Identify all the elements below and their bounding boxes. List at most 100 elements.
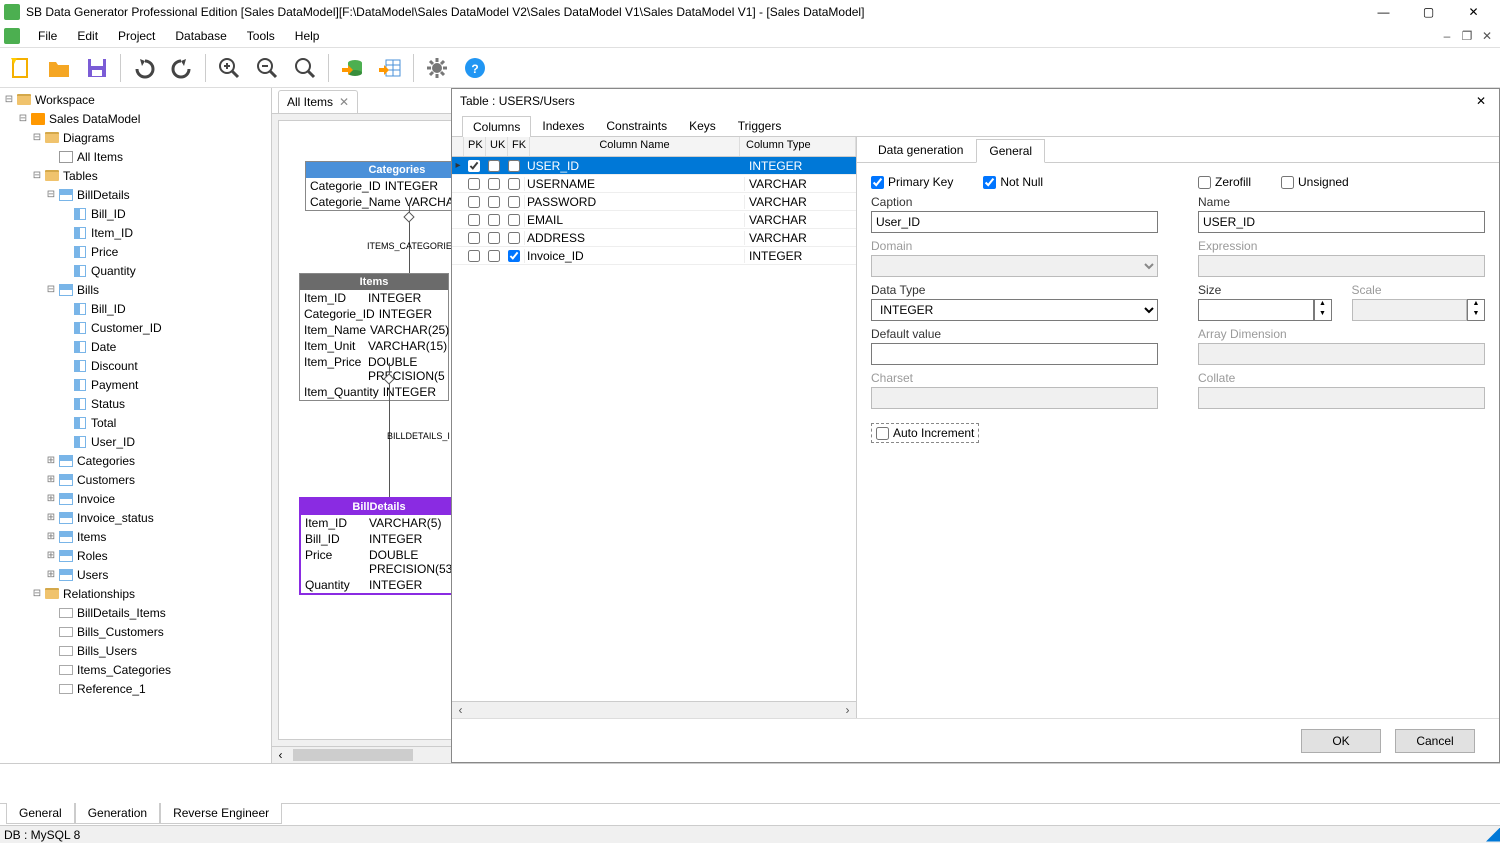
- dialog-tab-indexes[interactable]: Indexes: [531, 115, 595, 136]
- pk-checkbox[interactable]: [468, 178, 480, 190]
- menu-database[interactable]: Database: [165, 26, 236, 46]
- ok-button[interactable]: OK: [1301, 729, 1381, 753]
- new-button[interactable]: [4, 51, 38, 85]
- tree-relationships[interactable]: ⊟Relationships: [2, 584, 269, 603]
- prop-tab-data-generation[interactable]: Data generation: [865, 138, 976, 162]
- mdi-close-button[interactable]: ✕: [1478, 28, 1496, 44]
- tree-column[interactable]: Price: [2, 242, 269, 261]
- erd-table-items[interactable]: Items Item_IDINTEGER Categorie_IDINTEGER…: [299, 273, 449, 401]
- fk-checkbox[interactable]: [508, 196, 520, 208]
- column-name-cell[interactable]: USER_ID: [524, 159, 744, 173]
- document-tab-all-items[interactable]: All Items ✕: [278, 90, 358, 113]
- grid-hscrollbar[interactable]: ‹›: [452, 701, 856, 718]
- tree-project[interactable]: ⊟Sales DataModel: [2, 109, 269, 128]
- default-value-input[interactable]: [871, 343, 1158, 365]
- tree-relationship[interactable]: BillDetails_Items: [2, 603, 269, 622]
- unsigned-checkbox[interactable]: Unsigned: [1281, 175, 1349, 189]
- bottom-tab-reverse-engineer[interactable]: Reverse Engineer: [160, 803, 282, 824]
- column-type-cell[interactable]: INTEGER: [744, 249, 856, 263]
- grid-row[interactable]: USERNAME VARCHAR: [452, 175, 856, 193]
- tree-column[interactable]: User_ID: [2, 432, 269, 451]
- dialog-tab-keys[interactable]: Keys: [678, 115, 727, 136]
- menu-help[interactable]: Help: [285, 26, 330, 46]
- tree-column[interactable]: Item_ID: [2, 223, 269, 242]
- tree-table[interactable]: ⊞Categories: [2, 451, 269, 470]
- tree-column[interactable]: Customer_ID: [2, 318, 269, 337]
- redo-button[interactable]: [165, 51, 199, 85]
- fk-checkbox[interactable]: [508, 232, 520, 244]
- dialog-tab-constraints[interactable]: Constraints: [595, 115, 678, 136]
- tree-table[interactable]: ⊞Customers: [2, 470, 269, 489]
- tree-relationship[interactable]: Bills_Users: [2, 641, 269, 660]
- mdi-restore-button[interactable]: ❐: [1458, 28, 1476, 44]
- resize-grip-icon[interactable]: [1486, 828, 1500, 842]
- tree-table-bills[interactable]: ⊟Bills: [2, 280, 269, 299]
- window-maximize-button[interactable]: ▢: [1406, 0, 1451, 24]
- pk-checkbox[interactable]: [468, 232, 480, 244]
- uk-checkbox[interactable]: [488, 232, 500, 244]
- grid-row[interactable]: Invoice_ID INTEGER: [452, 247, 856, 265]
- column-type-cell[interactable]: VARCHAR: [744, 177, 856, 191]
- tree-column[interactable]: Payment: [2, 375, 269, 394]
- menu-tools[interactable]: Tools: [237, 26, 285, 46]
- grid-row[interactable]: ▸ USER_ID INTEGER: [452, 157, 856, 175]
- fk-checkbox[interactable]: [508, 214, 520, 226]
- name-input[interactable]: [1198, 211, 1485, 233]
- tree-all-items[interactable]: All Items: [2, 147, 269, 166]
- tree-relationship[interactable]: Reference_1: [2, 679, 269, 698]
- fk-checkbox[interactable]: [508, 250, 520, 262]
- not-null-checkbox[interactable]: Not Null: [983, 175, 1043, 189]
- export-grid-button[interactable]: [373, 51, 407, 85]
- tree-tables[interactable]: ⊟Tables: [2, 166, 269, 185]
- close-tab-icon[interactable]: ✕: [339, 95, 349, 109]
- cancel-button[interactable]: Cancel: [1395, 729, 1475, 753]
- uk-checkbox[interactable]: [488, 196, 500, 208]
- prop-tab-general[interactable]: General: [976, 139, 1045, 163]
- column-type-cell[interactable]: VARCHAR: [744, 213, 856, 227]
- size-input[interactable]: [1198, 299, 1314, 321]
- tree-diagrams[interactable]: ⊟Diagrams: [2, 128, 269, 147]
- erd-table-billdetails[interactable]: BillDetails Item_IDVARCHAR(5) Bill_IDINT…: [299, 497, 459, 595]
- tree-table[interactable]: ⊞Roles: [2, 546, 269, 565]
- tree-table[interactable]: ⊞Users: [2, 565, 269, 584]
- uk-checkbox[interactable]: [488, 214, 500, 226]
- size-spinner[interactable]: ▲▼: [1314, 299, 1332, 321]
- dialog-tab-columns[interactable]: Columns: [462, 116, 531, 137]
- tree-table[interactable]: ⊞Items: [2, 527, 269, 546]
- zoom-out-button[interactable]: [250, 51, 284, 85]
- tree-relationship[interactable]: Items_Categories: [2, 660, 269, 679]
- zoom-in-button[interactable]: [212, 51, 246, 85]
- tree-table-billdetails[interactable]: ⊟BillDetails: [2, 185, 269, 204]
- undo-button[interactable]: [127, 51, 161, 85]
- save-button[interactable]: [80, 51, 114, 85]
- column-name-cell[interactable]: PASSWORD: [524, 195, 744, 209]
- grid-header-uk[interactable]: UK: [486, 137, 508, 156]
- grid-body[interactable]: ▸ USER_ID INTEGER USERNAME VARCHAR: [452, 157, 856, 701]
- search-button[interactable]: [288, 51, 322, 85]
- tree-relationship[interactable]: Bills_Customers: [2, 622, 269, 641]
- grid-header-name[interactable]: Column Name: [530, 137, 740, 156]
- fk-checkbox[interactable]: [508, 160, 520, 172]
- pk-checkbox[interactable]: [468, 160, 480, 172]
- window-minimize-button[interactable]: —: [1361, 0, 1406, 24]
- grid-header-fk[interactable]: FK: [508, 137, 530, 156]
- column-type-cell[interactable]: VARCHAR: [744, 231, 856, 245]
- open-button[interactable]: [42, 51, 76, 85]
- pk-checkbox[interactable]: [468, 214, 480, 226]
- menu-edit[interactable]: Edit: [67, 26, 108, 46]
- mdi-minimize-button[interactable]: –: [1438, 28, 1456, 44]
- import-button[interactable]: [335, 51, 369, 85]
- fk-checkbox[interactable]: [508, 178, 520, 190]
- tree-table[interactable]: ⊞Invoice: [2, 489, 269, 508]
- caption-input[interactable]: [871, 211, 1158, 233]
- uk-checkbox[interactable]: [488, 178, 500, 190]
- grid-row[interactable]: EMAIL VARCHAR: [452, 211, 856, 229]
- menu-file[interactable]: File: [28, 26, 67, 46]
- column-name-cell[interactable]: ADDRESS: [524, 231, 744, 245]
- tree-column[interactable]: Bill_ID: [2, 299, 269, 318]
- tree-column[interactable]: Bill_ID: [2, 204, 269, 223]
- grid-row[interactable]: ADDRESS VARCHAR: [452, 229, 856, 247]
- dialog-tab-triggers[interactable]: Triggers: [727, 115, 793, 136]
- tree-workspace[interactable]: ⊟Workspace: [2, 90, 269, 109]
- uk-checkbox[interactable]: [488, 160, 500, 172]
